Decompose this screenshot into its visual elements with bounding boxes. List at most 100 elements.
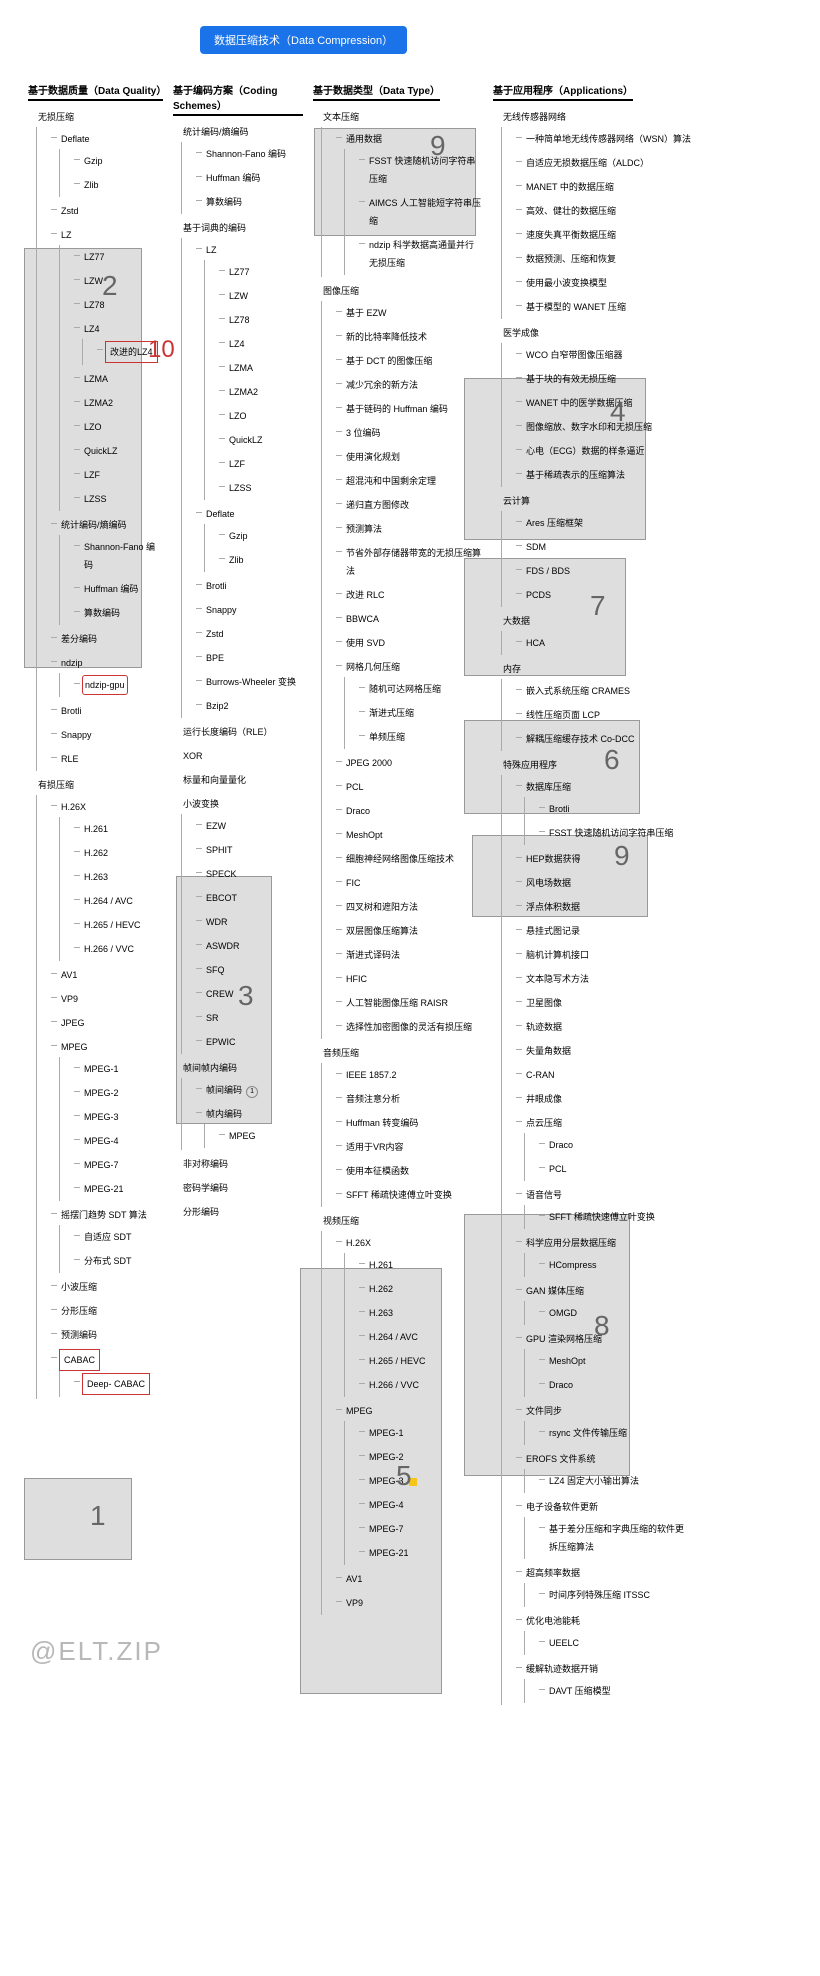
node: FDS / BDS (524, 561, 572, 581)
node: EZW (204, 816, 228, 836)
node: LZMA (227, 358, 255, 378)
columns-container: 基于数据质量（Data Quality） 无损压缩 Deflate Gzip Z… (10, 80, 820, 1707)
node: 基于 EZW (344, 303, 389, 323)
node: 细胞神经网络图像压缩技术 (344, 849, 456, 869)
node: 基于稀疏表示的压缩算法 (524, 465, 627, 485)
node-cabac: CABAC (59, 1349, 100, 1371)
node: LZO (82, 417, 104, 437)
box-number-9b: 9 (614, 840, 630, 872)
node: 图像压缩 (321, 281, 361, 301)
node: 统计编码/熵编码 (181, 122, 251, 142)
node: 数据库压缩 (524, 777, 573, 797)
node: LZO (227, 406, 249, 426)
node: Draco (344, 801, 372, 821)
box-number-4: 4 (610, 396, 626, 428)
node: 数据预测、压缩和恢复 (524, 249, 618, 269)
node: H.263 (82, 867, 110, 887)
box-number-6: 6 (604, 744, 620, 776)
node: 大数据 (501, 611, 532, 631)
box-number-3: 3 (238, 980, 254, 1012)
node: 单频压缩 (367, 727, 407, 747)
node: LZ4 (82, 319, 102, 339)
node: MPEG-21 (82, 1179, 126, 1199)
node: 网格几何压缩 (344, 657, 402, 677)
node: QuickLZ (227, 430, 265, 450)
node: JPEG 2000 (344, 753, 394, 773)
node: Zlib (227, 550, 246, 570)
node: 渐进式压缩 (367, 703, 416, 723)
node: 超混沌和中国剩余定理 (344, 471, 438, 491)
node: 文件同步 (524, 1401, 564, 1421)
node: VP9 (344, 1593, 365, 1613)
col-data-quality: 基于数据质量（Data Quality） 无损压缩 Deflate Gzip Z… (28, 80, 163, 1707)
node: 基于模型的 WANET 压缩 (524, 297, 628, 317)
node: 分形编码 (181, 1202, 221, 1222)
node: DAVT 压缩模型 (547, 1681, 613, 1701)
node: 井眼成像 (524, 1089, 564, 1109)
header-apps: 基于应用程序（Applications） (493, 80, 633, 101)
node: LZ4 固定大小输出算法 (547, 1471, 641, 1491)
node: AV1 (59, 965, 79, 985)
node: GPU 渲染网格压缩 (524, 1329, 604, 1349)
node: LZ4 (227, 334, 247, 354)
node: 密码学编码 (181, 1178, 230, 1198)
node: 预测算法 (344, 519, 384, 539)
node: Burrows-Wheeler 变换 (204, 672, 298, 692)
node: 线性压缩页面 LCP (524, 705, 602, 725)
node: 渐进式译码法 (344, 945, 402, 965)
node: CREW (204, 984, 236, 1004)
node: PCL (344, 777, 366, 797)
header-quality: 基于数据质量（Data Quality） (28, 80, 163, 101)
node: LZSS (82, 489, 109, 509)
node: 悬挂式图记录 (524, 921, 582, 941)
header-coding: 基于编码方案（Coding Schemes） (173, 80, 303, 116)
node: Snappy (59, 725, 94, 745)
node: MPEG-1 (82, 1059, 121, 1079)
node: XOR (181, 746, 205, 766)
node: 超高频率数据 (524, 1563, 582, 1583)
node: FIC (344, 873, 363, 893)
node: H.266 / VVC (367, 1375, 421, 1395)
node: H.263 (367, 1303, 395, 1323)
node: RLE (59, 749, 81, 769)
node: MPEG-1 (367, 1423, 406, 1443)
col-apps: 基于应用程序（Applications） 无线传感器网络 一种简单地无线传感器网… (493, 80, 693, 1707)
node-lossless: 无损压缩 (36, 107, 76, 127)
node: AV1 (344, 1569, 364, 1589)
node: MPEG (59, 1037, 90, 1057)
node: MPEG (227, 1126, 258, 1146)
box-number-8: 8 (594, 1310, 610, 1342)
node: MeshOpt (547, 1351, 588, 1371)
node: GAN 媒体压缩 (524, 1281, 586, 1301)
header-datatype: 基于数据类型（Data Type） (313, 80, 440, 101)
node: Shannon-Fano 编码 (204, 144, 288, 164)
node: LZ77 (227, 262, 252, 282)
node: 人工智能图像压缩 RAISR (344, 993, 450, 1013)
node: UEELC (547, 1633, 581, 1653)
node: WCO 白窄带图像压缩器 (524, 345, 625, 365)
node: Zlib (82, 175, 101, 195)
node: Zstd (59, 201, 81, 221)
node: HFIC (344, 969, 369, 989)
node: Brotli (547, 799, 572, 819)
node: Huffman 编码 (82, 579, 140, 599)
node: JPEG (59, 1013, 87, 1033)
node: 帧内编码 (204, 1104, 244, 1124)
node: 小波压缩 (59, 1277, 99, 1297)
node: SPHIT (204, 840, 235, 860)
box-number-2: 2 (102, 270, 118, 302)
box-number-7: 7 (590, 590, 606, 622)
node: Brotli (204, 576, 229, 596)
node: 特殊应用程序 (501, 755, 559, 775)
node: PCDS (524, 585, 553, 605)
node: Zstd (204, 624, 226, 644)
node: 标量和向量量化 (181, 770, 248, 790)
node: LZF (82, 465, 102, 485)
node: 基于块的有效无损压缩 (524, 369, 618, 389)
node: MPEG-4 (367, 1495, 406, 1515)
col-coding: 基于编码方案（Coding Schemes） 统计编码/熵编码 Shannon-… (173, 80, 303, 1707)
node: 自适应无损数据压缩（ALDC） (524, 153, 651, 173)
node: H.265 / HEVC (82, 915, 143, 935)
node: AIMCS 人工智能短字符串压缩 (367, 193, 483, 231)
node: HEP数据获得 (524, 849, 583, 869)
